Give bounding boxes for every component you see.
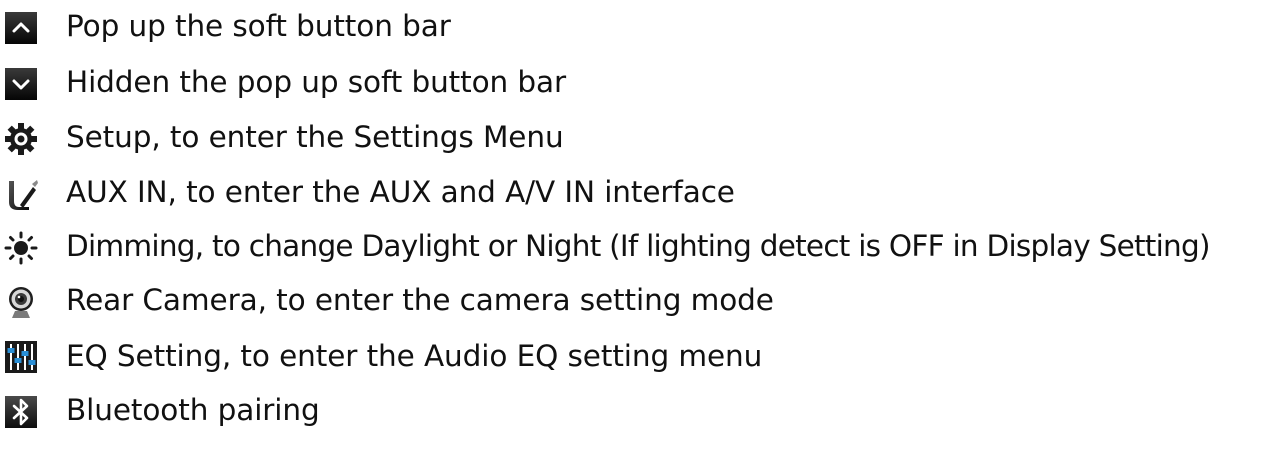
- icon-legend: Pop up the soft button bar Hidden the po…: [0, 0, 1287, 450]
- item-label: AUX IN, to enter the AUX and A/V IN inte…: [66, 175, 735, 209]
- item-label: Dimming, to change Daylight or Night (If…: [66, 229, 1210, 263]
- item-label: EQ Setting, to enter the Audio EQ settin…: [66, 339, 763, 373]
- item-label: Bluetooth pairing: [66, 393, 320, 427]
- aux-cable-icon: [5, 178, 38, 210]
- chevron-up-icon: [5, 12, 37, 44]
- sun-icon: [4, 231, 38, 265]
- chevron-down-icon: [5, 68, 37, 100]
- bluetooth-icon: [5, 396, 37, 428]
- item-label: Setup, to enter the Settings Menu: [66, 120, 564, 154]
- item-label: Pop up the soft button bar: [66, 9, 451, 43]
- webcam-icon: [5, 286, 37, 318]
- gear-icon: [5, 123, 37, 155]
- item-label: Rear Camera, to enter the camera setting…: [66, 283, 774, 317]
- equalizer-icon: [5, 341, 37, 373]
- item-label: Hidden the pop up soft button bar: [66, 65, 567, 99]
